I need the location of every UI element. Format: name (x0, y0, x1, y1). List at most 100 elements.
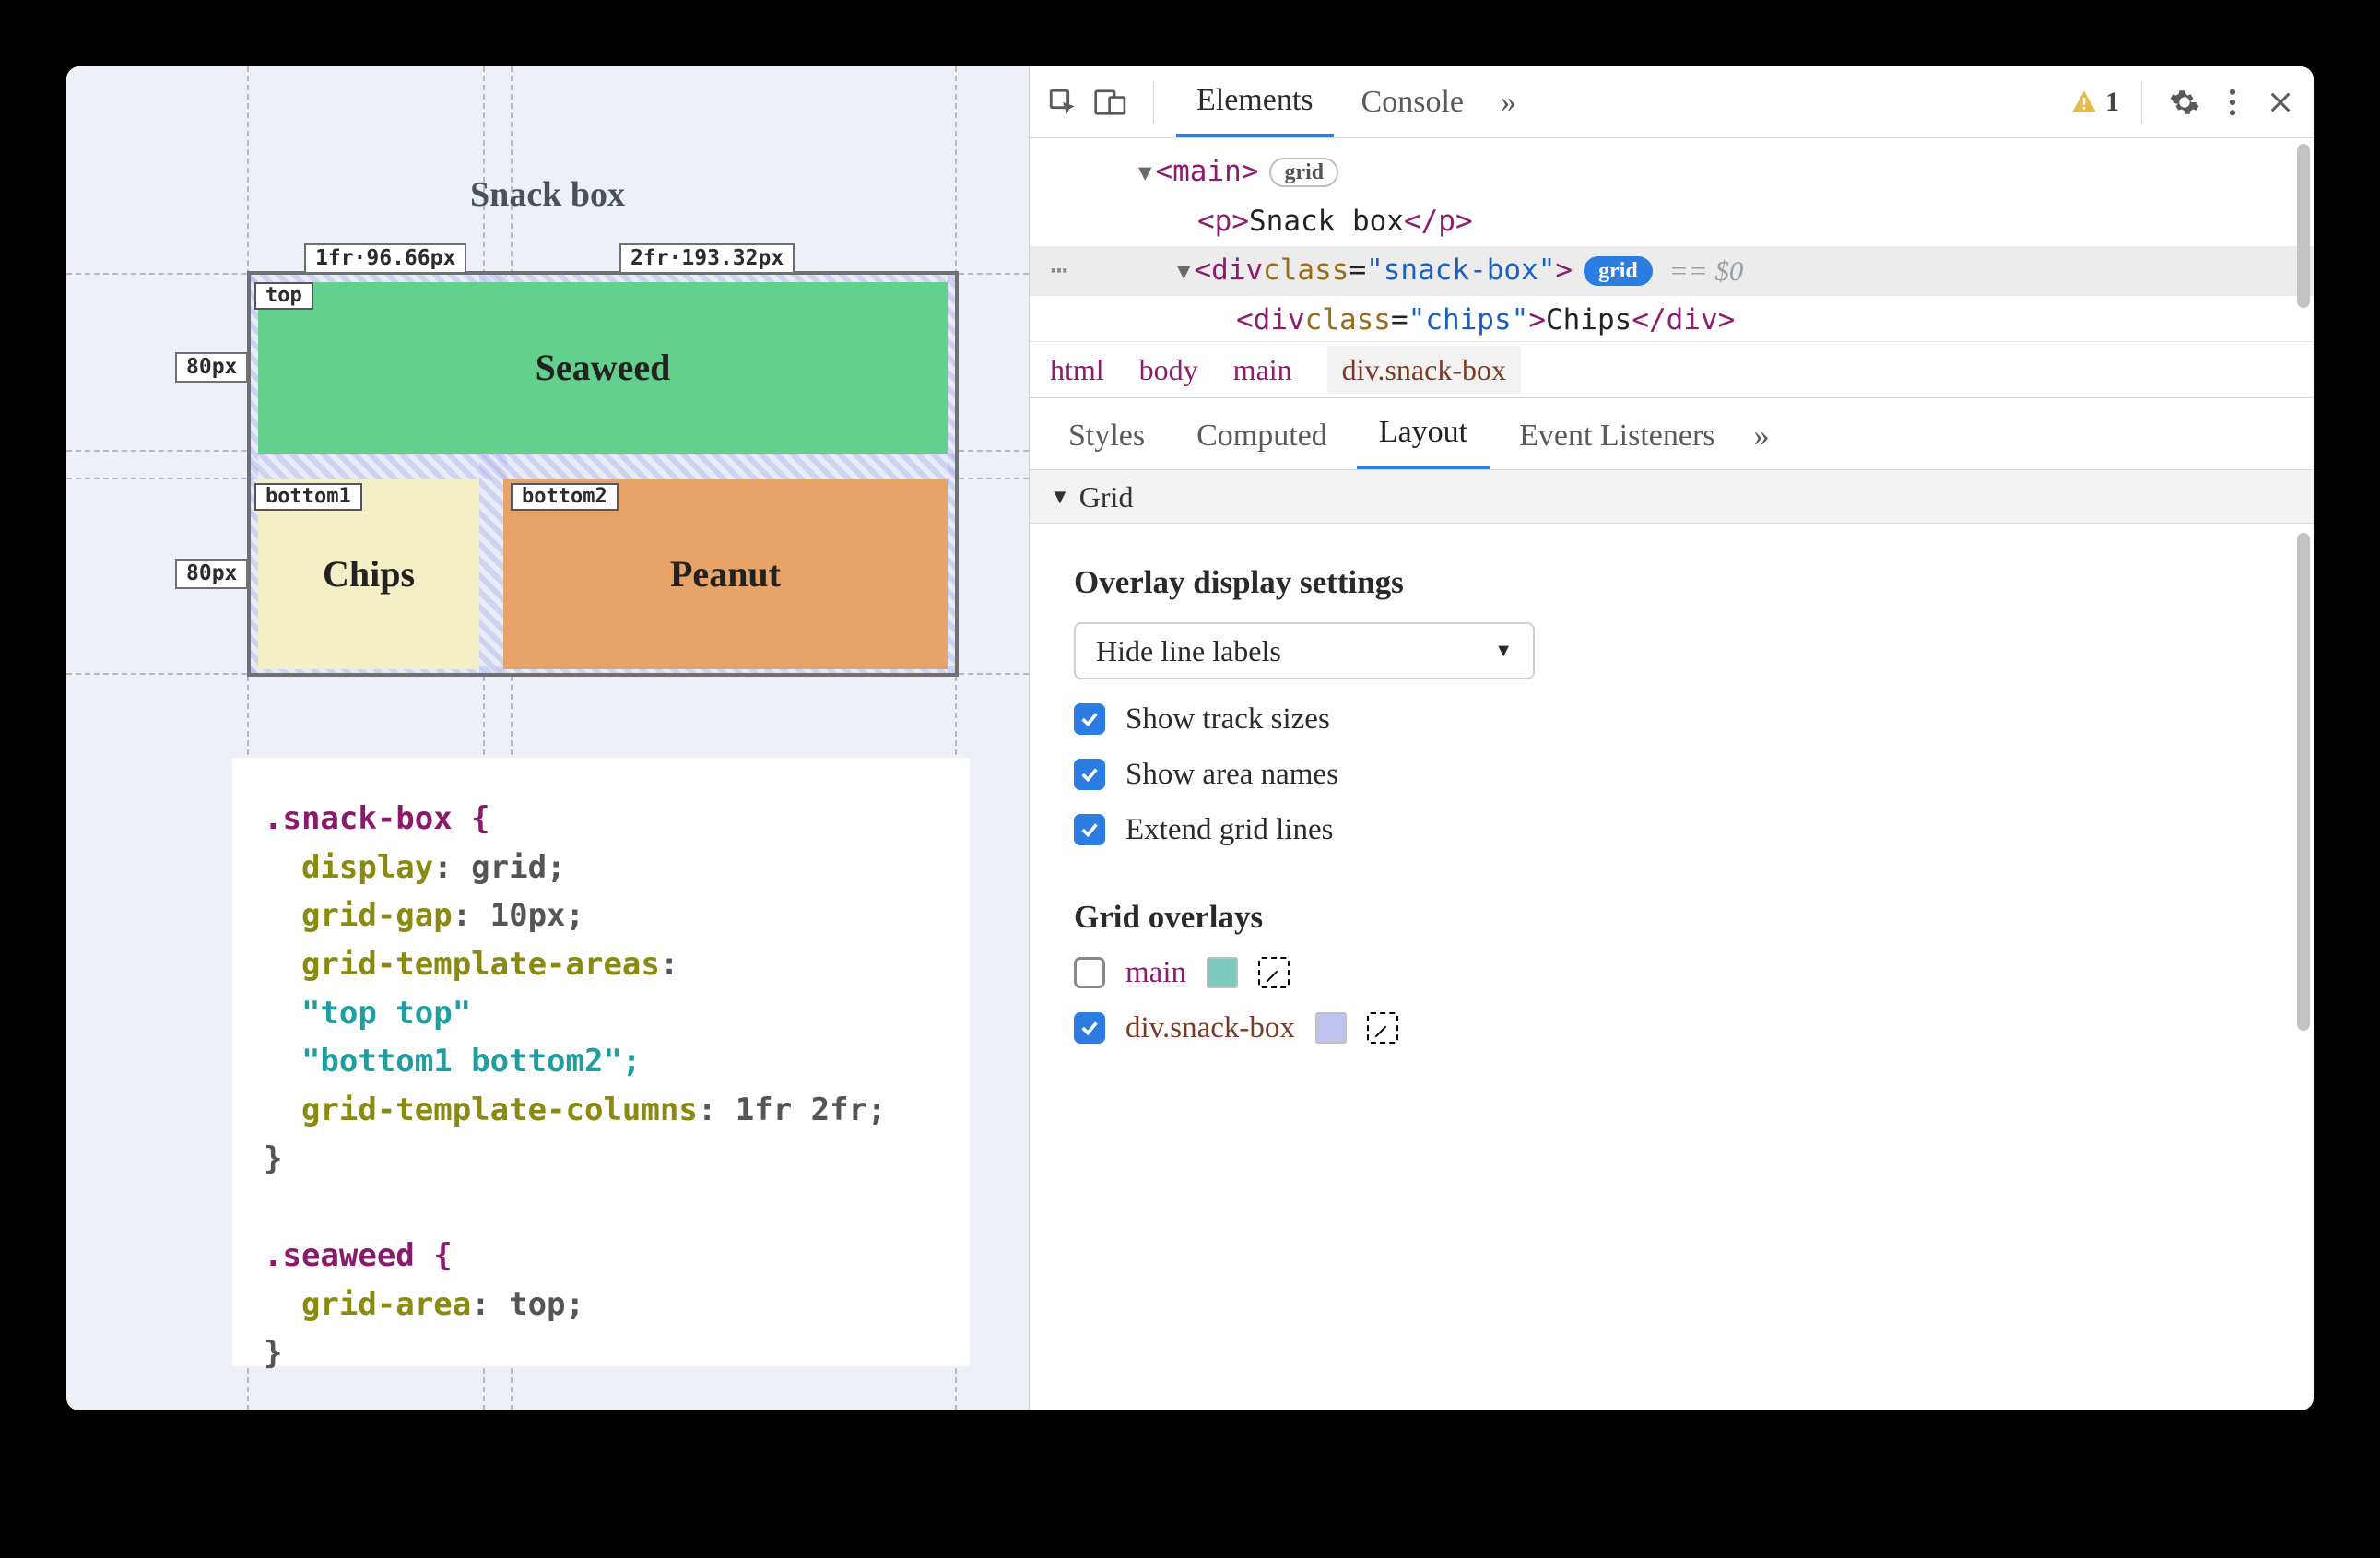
overlay-main[interactable]: main (1074, 957, 2269, 988)
breadcrumb: html body main div.snack-box (1030, 341, 2314, 398)
color-swatch[interactable] (1207, 957, 1238, 988)
opt-show-track-sizes[interactable]: Show track sizes (1074, 703, 2269, 735)
subtabs: Styles Computed Layout Event Listeners » (1030, 398, 2314, 470)
code-line: "top top" (264, 995, 471, 1032)
dom-tree[interactable]: ▼ <main> grid <p>Snack box</p> ⋯ ▼ <div … (1030, 138, 2314, 341)
checkbox-checked[interactable] (1074, 1012, 1105, 1044)
css-code: .snack-box { display: grid; grid-gap: 10… (232, 758, 970, 1366)
code-line: : 10px; (453, 897, 584, 934)
dom-row-p[interactable]: <p>Snack box</p> (1030, 197, 2314, 247)
checkbox-checked[interactable] (1074, 814, 1105, 845)
page-title: Snack box (66, 177, 1029, 212)
dom-tag: <div (1194, 248, 1263, 294)
select-value: Hide line labels (1096, 636, 1281, 666)
track-label-col2: 2fr·193.32px (619, 243, 795, 274)
tab-elements[interactable]: Elements (1176, 66, 1334, 137)
dom-attr-val: "chips" (1408, 298, 1529, 341)
dom-attr-name: class (1305, 298, 1391, 341)
dom-tag: <p> (1197, 199, 1249, 245)
code-line: display (264, 849, 433, 886)
opt-label: Show area names (1125, 760, 1338, 790)
highlight-icon[interactable] (1258, 957, 1290, 988)
devtools-toolbar: Elements Console » 1 (1030, 66, 2314, 138)
code-line: : grid; (433, 849, 565, 886)
caret-down-icon[interactable]: ▼ (1138, 155, 1151, 190)
tab-console[interactable]: Console (1341, 68, 1484, 136)
dom-row-main[interactable]: ▼ <main> grid (1030, 148, 2314, 197)
code-line: : (660, 946, 678, 983)
crumb-main[interactable]: main (1233, 355, 1292, 384)
code-line: grid-gap (264, 897, 453, 934)
section-grid-body: Overlay display settings Hide line label… (1030, 524, 2314, 1410)
checkbox-unchecked[interactable] (1074, 957, 1105, 988)
grid-hatch (251, 454, 955, 479)
gear-icon[interactable] (2164, 82, 2205, 123)
warning-badge[interactable]: 1 (2070, 89, 2119, 116)
page-canvas: Snack box Seaweed Chips Peanut top botto… (66, 66, 1029, 1410)
dom-tag: <main> (1155, 149, 1258, 195)
device-toggle-icon[interactable] (1090, 82, 1131, 123)
code-line: grid-area (264, 1286, 471, 1323)
code-line: } (264, 1140, 282, 1177)
crumb-html[interactable]: html (1050, 355, 1104, 384)
opt-label: Show track sizes (1125, 704, 1330, 735)
dom-attr-name: class (1263, 248, 1349, 294)
inspect-icon[interactable] (1043, 82, 1083, 123)
overlay-settings-heading: Overlay display settings (1074, 566, 2269, 598)
close-icon[interactable] (2260, 82, 2301, 123)
subtab-styles[interactable]: Styles (1046, 402, 1167, 469)
dom-tag: </p> (1404, 199, 1473, 245)
code-line: .seaweed { (264, 1237, 453, 1274)
dom-text: Chips (1546, 298, 1632, 341)
scrollbar-thumb[interactable] (2297, 533, 2310, 1031)
cell-seaweed: Seaweed (258, 282, 948, 454)
code-line: : top; (471, 1286, 584, 1323)
dom-tag: </div> (1632, 298, 1735, 341)
crumb-snack-box[interactable]: div.snack-box (1327, 346, 1521, 394)
highlight-icon[interactable] (1367, 1012, 1398, 1044)
area-label-bottom1: bottom1 (254, 483, 362, 511)
opt-extend-grid-lines[interactable]: Extend grid lines (1074, 814, 2269, 845)
scrollbar-thumb[interactable] (2297, 144, 2310, 308)
grid-badge-active[interactable]: grid (1584, 256, 1653, 286)
dollar-zero: == $0 (1669, 248, 1744, 294)
dom-attr-val: "snack-box" (1366, 248, 1555, 294)
crumb-body[interactable]: body (1139, 355, 1198, 384)
track-label-row2: 80px (175, 559, 248, 589)
grid-badge[interactable]: grid (1269, 158, 1338, 187)
line-labels-select[interactable]: Hide line labels ▼ (1074, 622, 1535, 679)
overlay-name: div.snack-box (1125, 1013, 1295, 1044)
caret-down-icon[interactable]: ▼ (1177, 254, 1190, 289)
track-label-col1: 1fr·96.66px (304, 243, 466, 274)
section-grid-header[interactable]: ▼ Grid (1030, 470, 2314, 524)
area-label-bottom2: bottom2 (511, 483, 619, 511)
subtabs-overflow[interactable]: » (1745, 402, 1779, 469)
code-line: .snack-box { (264, 800, 490, 837)
dom-tag: <div (1236, 298, 1305, 341)
kebab-icon[interactable] (2212, 82, 2253, 123)
code-line: } (264, 1335, 282, 1372)
ellipsis-icon[interactable]: ⋯ (1030, 248, 1089, 294)
overlay-name: main (1125, 958, 1186, 988)
caret-down-icon: ▼ (1050, 487, 1070, 507)
separator (2141, 81, 2142, 124)
subtab-computed[interactable]: Computed (1174, 402, 1349, 469)
subtab-event-listeners[interactable]: Event Listeners (1497, 402, 1737, 469)
opt-show-area-names[interactable]: Show area names (1074, 759, 2269, 790)
opt-label: Extend grid lines (1125, 815, 1333, 845)
subtab-layout[interactable]: Layout (1357, 398, 1490, 469)
snack-box: Seaweed Chips Peanut top bottom1 bottom2 (247, 271, 959, 677)
checkbox-checked[interactable] (1074, 759, 1105, 790)
tabs-overflow[interactable]: » (1491, 68, 1526, 136)
dom-text: Snack box (1249, 199, 1404, 245)
snack-row-top: Seaweed (251, 282, 955, 454)
area-label-top: top (254, 282, 313, 310)
dom-row-snack-box[interactable]: ⋯ ▼ <div class="snack-box"> grid == $0 (1030, 246, 2314, 296)
dom-tag: > (1555, 248, 1573, 294)
dom-row-chips[interactable]: <div class="chips">Chips</div> (1030, 296, 2314, 341)
grid-overlays-heading: Grid overlays (1074, 901, 2269, 933)
checkbox-checked[interactable] (1074, 703, 1105, 735)
color-swatch[interactable] (1315, 1012, 1347, 1044)
overlay-snack-box[interactable]: div.snack-box (1074, 1012, 2269, 1044)
grid-hatch (251, 275, 955, 282)
